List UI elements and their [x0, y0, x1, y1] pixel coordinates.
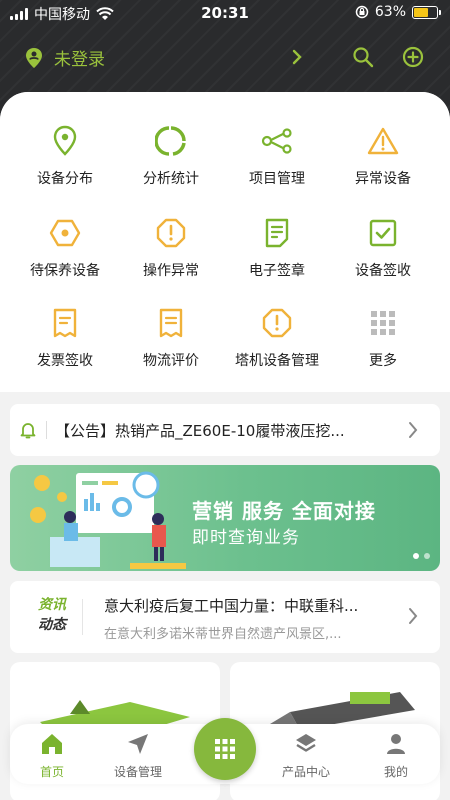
grid-item-label: 设备签收: [355, 263, 411, 279]
receipt-icon: [159, 308, 183, 338]
main-content: 设备分布 分析统计 项目管理 异常设备 待保养设备 操作异常 电子签章 设备签收…: [0, 92, 450, 800]
grid-item-label: 设备分布: [37, 171, 93, 187]
news-title: 意大利疫后复工中国力量：中联重科...: [104, 597, 359, 615]
grid-item-label: 塔机设备管理: [235, 353, 319, 369]
news-tag: 资讯 动态: [38, 597, 66, 633]
tab-home[interactable]: 首页: [12, 732, 92, 780]
promo-banner[interactable]: 营销 服务 全面对接 即时查询业务: [10, 465, 440, 571]
grid-item-device-distribution[interactable]: 设备分布: [9, 124, 121, 188]
chevron-right-icon: [409, 422, 418, 438]
grid-item-label: 发票签收: [37, 353, 93, 369]
octagon-alert-icon: [262, 308, 292, 338]
rotation-lock-icon: [355, 5, 369, 19]
warning-triangle-icon: [367, 127, 399, 155]
search-icon[interactable]: [352, 46, 374, 68]
document-icon: [265, 218, 289, 248]
hexagon-dot-icon: [49, 219, 81, 247]
battery-icon: [412, 5, 441, 19]
login-entry[interactable]: 未登录: [24, 45, 105, 70]
grid-item-label: 操作异常: [143, 263, 199, 279]
add-circle-icon[interactable]: [402, 46, 424, 68]
battery-percent: 63%: [374, 4, 406, 20]
grid-item-operation-abnormal[interactable]: 操作异常: [115, 216, 227, 280]
octagon-alert-icon: [156, 218, 186, 248]
apps-grid-icon: [215, 739, 235, 759]
login-status: 未登录: [54, 50, 105, 70]
center-menu-button[interactable]: [194, 718, 256, 780]
banner-subline: 即时查询业务: [192, 528, 300, 548]
announcement-bar[interactable]: 【公告】热销产品_ZE60E-10履带液压挖...: [10, 404, 440, 456]
grid-item-label: 电子签章: [249, 263, 305, 279]
grid-item-e-signature[interactable]: 电子签章: [221, 216, 333, 280]
divider: [82, 599, 83, 635]
grid-item-more[interactable]: 更多: [327, 306, 439, 370]
location-pin-icon: [53, 125, 77, 156]
grid-item-label: 异常设备: [355, 171, 411, 187]
announcement-text: 【公告】热销产品_ZE60E-10履带液压挖...: [55, 421, 345, 440]
chevron-right-icon[interactable]: [290, 47, 304, 67]
function-grid: 设备分布 分析统计 项目管理 异常设备 待保养设备 操作异常 电子签章 设备签收…: [0, 92, 450, 392]
grid-item-maintenance-pending[interactable]: 待保养设备: [9, 216, 121, 280]
banner-pagination: [413, 553, 430, 559]
bell-icon: [20, 423, 36, 439]
top-nav: 未登录: [0, 36, 450, 80]
banner-illustration: [30, 471, 186, 569]
home-icon: [42, 734, 62, 754]
grid-item-analytics[interactable]: 分析统计: [115, 124, 227, 188]
banner-headline: 营销 服务 全面对接: [192, 499, 376, 523]
checkbox-icon: [369, 219, 397, 247]
grid-item-tower-crane[interactable]: 塔机设备管理: [221, 306, 333, 370]
share-nodes-icon: [261, 128, 292, 154]
invoice-icon: [53, 308, 77, 338]
grid-item-label: 物流评价: [143, 353, 199, 369]
grid-item-label: 更多: [369, 353, 397, 369]
grid-item-abnormal-devices[interactable]: 异常设备: [327, 124, 439, 188]
more-grid-icon: [371, 311, 395, 335]
news-card[interactable]: 资讯 动态 意大利疫后复工中国力量：中联重科... 在意大利多诺米蒂世界自然遗产…: [10, 581, 440, 653]
user-icon: [387, 734, 405, 754]
grid-item-label: 待保养设备: [30, 263, 100, 279]
navigation-arrow-icon: [128, 734, 148, 754]
news-subtitle: 在意大利多诺米蒂世界自然遗产风景区,...: [104, 627, 342, 642]
grid-item-device-receipt[interactable]: 设备签收: [327, 216, 439, 280]
tab-device-management[interactable]: 设备管理: [98, 732, 178, 780]
grid-item-label: 项目管理: [249, 171, 305, 187]
chevron-right-icon: [409, 608, 418, 624]
user-location-icon: [26, 47, 42, 68]
grid-item-label: 分析统计: [143, 171, 199, 187]
grid-item-invoice-receipt[interactable]: 发票签收: [9, 306, 121, 370]
pie-chart-icon: [155, 126, 186, 156]
tab-profile[interactable]: 我的: [356, 732, 436, 780]
status-bar: 中国移动 20:31 63%: [0, 0, 450, 26]
layers-icon: [296, 734, 316, 752]
tab-product-center[interactable]: 产品中心: [266, 732, 346, 780]
grid-item-project-management[interactable]: 项目管理: [221, 124, 333, 188]
divider: [46, 421, 47, 439]
grid-item-logistics-rating[interactable]: 物流评价: [115, 306, 227, 370]
